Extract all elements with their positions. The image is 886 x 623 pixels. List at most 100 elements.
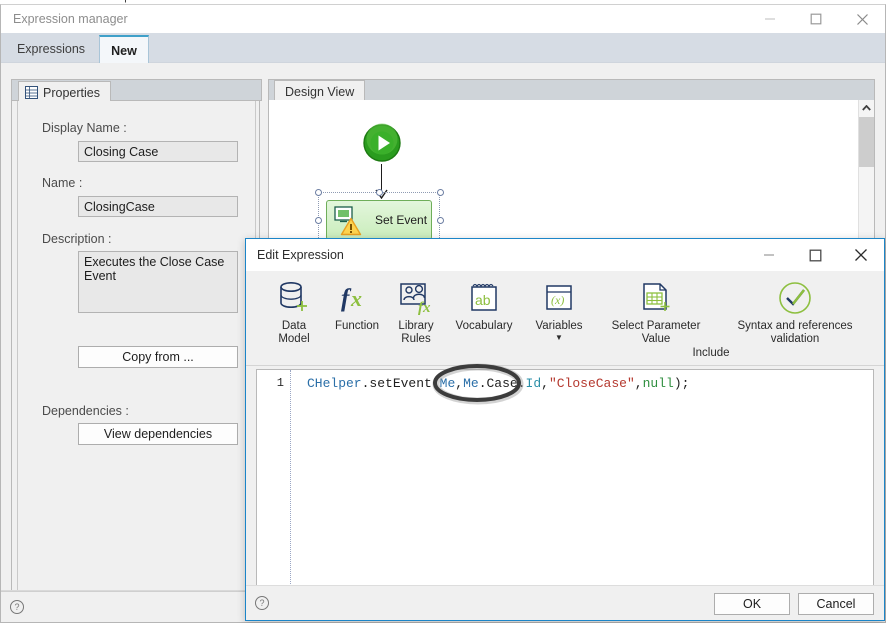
tab-design-view-label: Design View <box>285 84 355 99</box>
tab-properties[interactable]: Properties <box>18 81 111 103</box>
ribbon-library-rules[interactable]: fx Library Rules <box>388 278 444 346</box>
close-button[interactable] <box>839 5 885 33</box>
minimize-icon <box>764 254 774 256</box>
editor-gutter: 1 <box>257 370 291 586</box>
resize-handle-tl[interactable] <box>315 189 322 196</box>
main-tabstrip: Expressions New <box>1 33 885 64</box>
set-event-node-label: Set Event <box>375 213 428 227</box>
display-name-input[interactable] <box>78 141 238 162</box>
copy-from-label: Copy from ... <box>122 350 194 364</box>
syntax-validation-label-1: Syntax and references <box>737 320 853 332</box>
variables-x-icon: (x) <box>546 285 572 310</box>
resize-handle-tr[interactable] <box>437 189 444 196</box>
data-model-label-2: Model <box>278 333 310 345</box>
play-icon <box>362 123 402 163</box>
ribbon-select-parameter-value[interactable]: Select Parameter Value <box>596 278 716 346</box>
main-titlebar: Expression manager <box>1 5 885 33</box>
token-comma-3: , <box>634 376 643 391</box>
chevron-down-icon[interactable]: ▼ <box>555 334 563 342</box>
vocabulary-ab-icon: ab <box>471 283 497 311</box>
resize-handle-tc[interactable] <box>376 189 383 196</box>
ok-button[interactable]: OK <box>714 593 790 615</box>
scroll-up-button[interactable] <box>859 100 874 116</box>
code-line-1[interactable]: CHelper.setEvent(Me,Me.Case.Id,"CloseCas… <box>307 376 689 391</box>
svg-text:x: x <box>350 286 362 311</box>
select-parameter-label-2: Value <box>641 333 671 345</box>
copy-from-button[interactable]: Copy from ... <box>78 346 238 368</box>
token-rparen-semi: ); <box>673 376 690 391</box>
maximize-icon <box>809 249 821 261</box>
main-help-button[interactable]: ? <box>10 600 24 614</box>
cancel-button[interactable]: Cancel <box>798 593 874 615</box>
main-window-title: Expression manager <box>13 12 128 26</box>
edit-expression-dialog: Edit Expression Data Model f x Function … <box>245 238 885 621</box>
set-event-node[interactable]: Set Event <box>326 200 432 240</box>
syntax-validation-label-2: validation <box>770 333 820 345</box>
cutoff-top-text: Process Case Event Properties Actions or… <box>0 0 270 3</box>
dialog-title: Edit Expression <box>257 248 344 262</box>
token-id: Id <box>525 376 542 391</box>
minimize-button[interactable] <box>747 5 793 33</box>
display-name-label: Display Name : <box>42 121 127 135</box>
help-icon-glyph: ? <box>14 601 20 612</box>
dialog-maximize-button[interactable] <box>792 239 838 271</box>
vocabulary-icon-wrap: ab <box>467 278 501 318</box>
help-icon: ? <box>255 596 269 610</box>
resize-handle-ml[interactable] <box>315 217 322 224</box>
tab-design-view[interactable]: Design View <box>274 80 366 102</box>
token-setevent: setEvent <box>369 376 432 391</box>
token-chelper: CHelper <box>307 376 362 391</box>
token-dot-2: . <box>478 376 487 391</box>
ribbon-data-model[interactable]: Data Model <box>264 278 324 346</box>
token-comma-2: , <box>541 376 549 391</box>
syntax-validation-icon-wrap <box>776 278 814 318</box>
minimize-icon <box>765 18 775 20</box>
select-parameter-label-1: Select Parameter <box>611 320 701 332</box>
description-label: Description : <box>42 232 112 246</box>
dialog-minimize-button[interactable] <box>746 239 792 271</box>
svg-text:ab: ab <box>475 292 491 308</box>
main-window-controls <box>747 5 885 33</box>
dependencies-label: Dependencies : <box>42 404 129 418</box>
token-me-1: Me <box>439 376 456 391</box>
database-plus-icon <box>280 282 307 311</box>
scrollbar-thumb[interactable] <box>859 117 874 167</box>
maximize-icon <box>810 13 822 25</box>
help-icon: ? <box>10 600 24 614</box>
dialog-titlebar: Edit Expression <box>246 239 884 271</box>
library-rules-icon: fx <box>400 283 431 315</box>
table-plus-icon <box>643 283 670 311</box>
properties-grid-icon <box>25 86 38 99</box>
start-node[interactable] <box>361 122 403 167</box>
tab-expressions-label: Expressions <box>16 42 86 56</box>
ribbon-vocabulary[interactable]: ab Vocabulary <box>446 278 522 333</box>
dialog-footer: ? OK Cancel <box>246 585 884 620</box>
include-group-label: Include <box>692 347 730 359</box>
dialog-close-button[interactable] <box>838 239 884 271</box>
check-circle-icon <box>779 282 811 314</box>
data-model-icon-wrap <box>276 278 312 318</box>
function-label-1: Function <box>334 320 380 332</box>
variables-label-1: Variables <box>535 320 583 332</box>
name-input[interactable] <box>78 196 238 217</box>
dialog-help-button[interactable]: ? <box>255 596 269 610</box>
function-icon-wrap: f x <box>337 278 377 318</box>
scroll-up-icon <box>862 105 871 111</box>
close-icon <box>855 249 867 261</box>
library-rules-label-2: Rules <box>401 333 431 345</box>
select-parameter-icon-wrap <box>638 278 674 318</box>
dialog-ribbon: Data Model f x Function fx Library Rules… <box>246 271 884 366</box>
description-textarea[interactable]: Executes the Close Case Event <box>78 251 238 313</box>
tab-expressions[interactable]: Expressions <box>5 35 97 63</box>
ribbon-syntax-validation[interactable]: Syntax and references validation <box>720 278 870 346</box>
maximize-button[interactable] <box>793 5 839 33</box>
token-string-closecase: "CloseCase" <box>548 376 635 391</box>
ribbon-variables[interactable]: (x) Variables ▼ <box>524 278 594 342</box>
resize-handle-mr[interactable] <box>437 217 444 224</box>
expression-editor[interactable]: 1 CHelper.setEvent(Me,Me.Case.Id,"CloseC… <box>256 369 874 587</box>
tab-new[interactable]: New <box>99 35 149 64</box>
line-number-1: 1 <box>276 376 284 390</box>
view-dependencies-button[interactable]: View dependencies <box>78 423 238 445</box>
cancel-button-label: Cancel <box>816 597 856 611</box>
ribbon-function[interactable]: f x Function <box>326 278 388 333</box>
